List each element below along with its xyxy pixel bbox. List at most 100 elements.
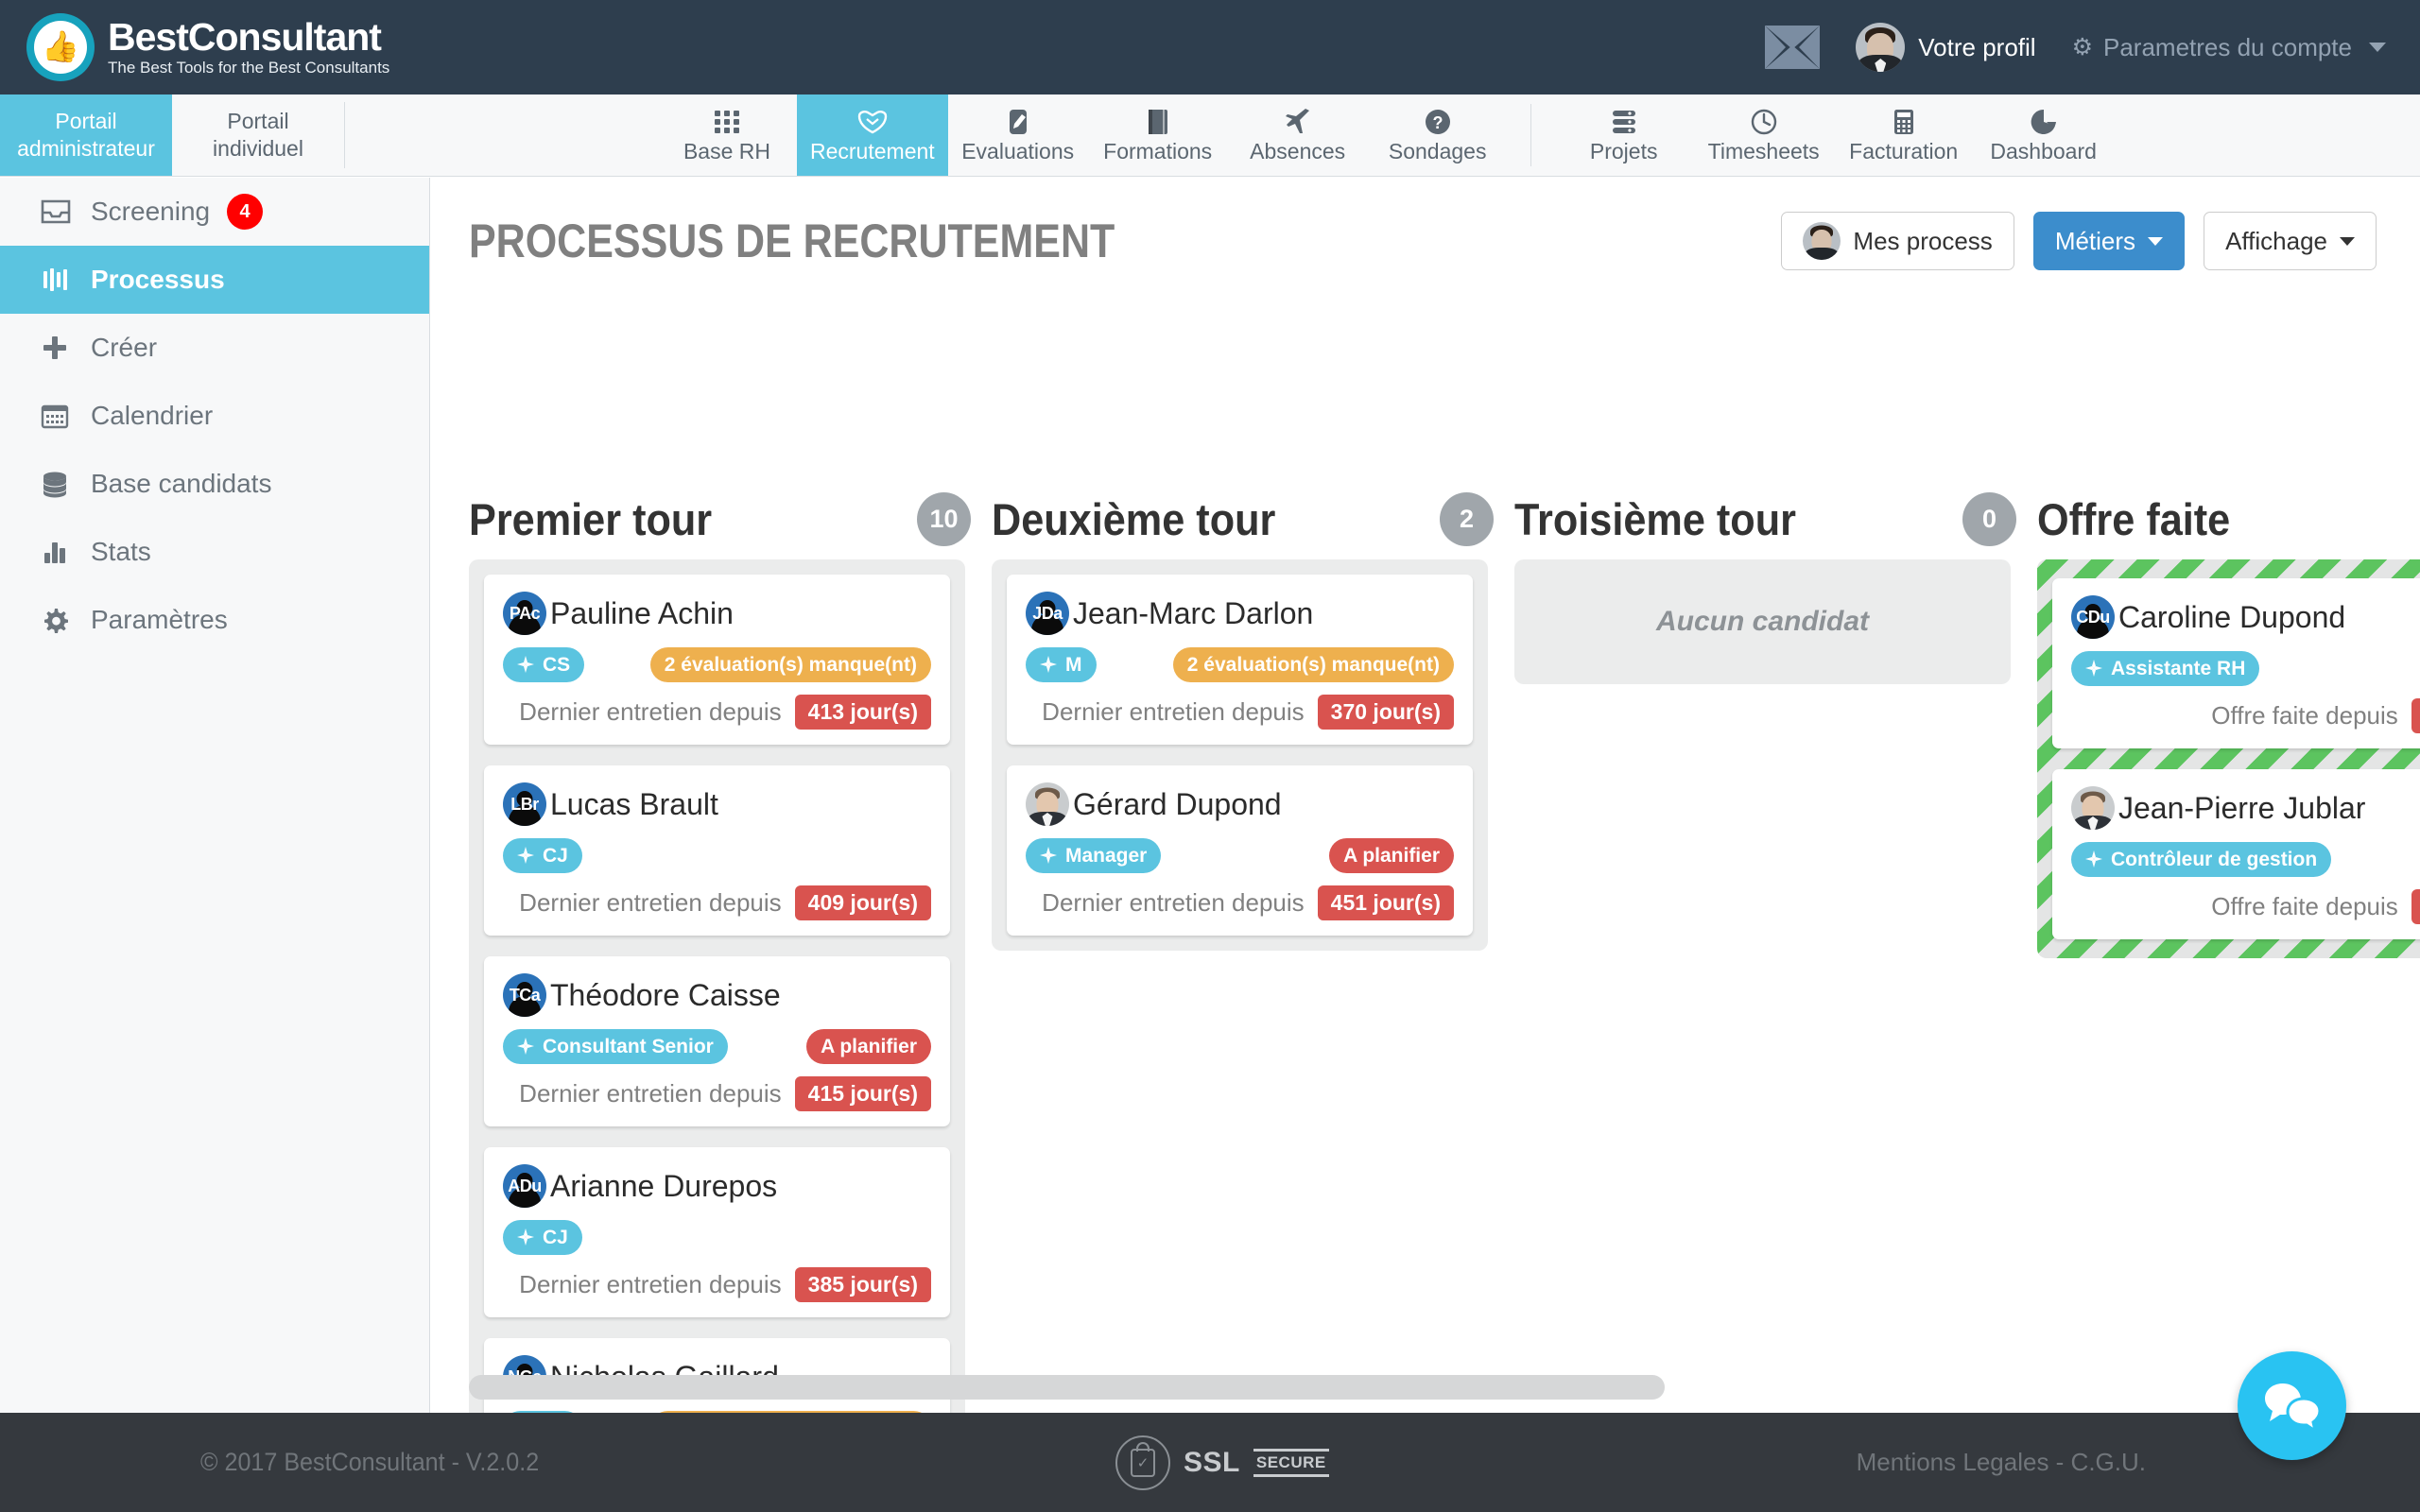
candidate-card[interactable]: LBr Lucas Brault CJ Dernier entretien de…: [484, 765, 950, 936]
job-tag: Consultant Senior: [503, 1028, 728, 1064]
nav-label: Absences: [1250, 139, 1346, 163]
candidate-card[interactable]: TCa Théodore Caisse Consultant Senior A …: [484, 956, 950, 1126]
affichage-dropdown-button[interactable]: Affichage: [2204, 212, 2377, 270]
sidebar-item-parametres[interactable]: Paramètres: [0, 586, 429, 654]
nav-label: Projets: [1589, 139, 1658, 163]
portal-tab-line2: administrateur: [17, 136, 155, 161]
job-tag-label: CJ: [543, 844, 568, 867]
avatar-initials: CDu: [2076, 608, 2110, 627]
candidate-name: Théodore Caisse: [550, 977, 781, 1012]
mes-process-button[interactable]: Mes process: [1781, 212, 2014, 270]
board-column-deuxieme-tour: Deuxième tour 2 JDa Jean-Marc Darlon M 2…: [992, 478, 1514, 951]
app-footer: © 2017 BestConsultant - V.2.0.2 ✓ SSL SE…: [0, 1413, 2420, 1512]
days-badge: 415 jour(s): [794, 1076, 931, 1111]
nav-label: Sondages: [1388, 139, 1487, 163]
columns-icon: [40, 266, 91, 294]
clock-icon: [1750, 108, 1778, 136]
avatar-initials: LBr: [510, 795, 539, 814]
column-count-badge: 10: [917, 491, 971, 546]
candidate-card[interactable]: CDu Caroline Dupond Assistante RH Offre …: [2052, 578, 2420, 748]
database-icon: [40, 470, 91, 498]
card-footer-label: Dernier entretien depuis: [1042, 888, 1305, 917]
nav-item-facturation[interactable]: Facturation: [1834, 94, 1974, 176]
warning-tag: 2 évaluation(s) manque(nt): [1172, 646, 1454, 682]
job-tag: Assistante RH: [2071, 650, 2260, 686]
candidate-name: Jean-Pierre Jublar: [2118, 790, 2366, 825]
profile-label: Votre profil: [1918, 32, 2036, 61]
nav-label: Recrutement: [810, 139, 935, 163]
card-footer-label: Offre faite depuis: [2211, 701, 2398, 730]
nav-item-timesheets[interactable]: Timesheets: [1694, 94, 1834, 176]
nav-item-projets[interactable]: Projets: [1554, 94, 1694, 176]
candidate-card[interactable]: Gérard Dupond Manager A planifier Dernie…: [1007, 765, 1473, 936]
candidate-card[interactable]: PAc Pauline Achin CS 2 évaluation(s) man…: [484, 575, 950, 745]
portal-tab-administrateur[interactable]: Portail administrateur: [0, 94, 172, 176]
kanban-board: Premier tour 10 PAc Pauline Achin CS 2 é…: [431, 478, 2420, 1413]
nav-item-dashboard[interactable]: Dashboard: [1974, 94, 2114, 176]
svg-text:?: ?: [1432, 113, 1443, 132]
column-cards: PAc Pauline Achin CS 2 évaluation(s) man…: [469, 559, 965, 1413]
status-tag: A planifier: [1329, 837, 1454, 873]
horizontal-scrollbar[interactable]: [469, 1375, 1665, 1400]
handshake-icon: [856, 108, 889, 136]
avatar-initials: ADu: [508, 1177, 542, 1195]
candidate-card[interactable]: JDa Jean-Marc Darlon M 2 évaluation(s) m…: [1007, 575, 1473, 745]
metiers-dropdown-button[interactable]: Métiers: [2032, 212, 2186, 270]
sidebar-item-screening[interactable]: Screening 4: [0, 178, 429, 246]
sidebar-item-label: Calendrier: [91, 401, 214, 430]
column-count-badge: 0: [1962, 491, 2016, 546]
column-title: Deuxième tour: [992, 493, 1276, 544]
lock-icon: ✓: [1115, 1435, 1170, 1490]
nav-item-formations[interactable]: Formations: [1088, 94, 1228, 176]
job-tag-label: CJ: [543, 1226, 568, 1248]
candidate-name: Pauline Achin: [550, 595, 734, 630]
nav-item-sondages[interactable]: ? Sondages: [1368, 94, 1508, 176]
plane-icon: [1284, 108, 1312, 136]
nav-item-base-rh[interactable]: Base RH: [657, 94, 797, 176]
portal-tab-individuel[interactable]: Portail individuel: [172, 94, 344, 176]
job-tag: Contrôleur de gestion: [2071, 841, 2332, 877]
metiers-label: Métiers: [2054, 226, 2136, 255]
ssl-secure-label: SECURE: [1253, 1448, 1329, 1477]
nav-label: Timesheets: [1707, 139, 1820, 163]
candidate-card[interactable]: Jean-Pierre Jublar Contrôleur de gestion…: [2052, 769, 2420, 939]
sidebar-item-stats[interactable]: Stats: [0, 518, 429, 586]
brand-logo[interactable]: 👍 BestConsultant The Best Tools for the …: [26, 13, 389, 81]
sidebar-item-calendrier[interactable]: Calendrier: [0, 382, 429, 450]
kanban-board-scroll-area[interactable]: Premier tour 10 PAc Pauline Achin CS 2 é…: [431, 478, 2420, 1413]
avatar: [1856, 23, 1906, 72]
avatar: TCa: [503, 973, 546, 1017]
card-footer-label: Dernier entretien depuis: [519, 1079, 782, 1108]
main-content: PROCESSUS DE RECRUTEMENT Mes process Mét…: [431, 178, 2420, 1413]
candidate-name: Arianne Durepos: [550, 1168, 778, 1203]
warning-tag: 2 évaluation(s) manque(nt): [649, 646, 931, 682]
nav-label: Base RH: [683, 139, 771, 163]
crosshair-icon: [1040, 656, 1057, 673]
avatar: PAc: [503, 592, 546, 635]
nav-item-recrutement[interactable]: Recrutement: [797, 94, 948, 176]
candidate-card[interactable]: ADu Arianne Durepos CJ Dernier entretien…: [484, 1147, 950, 1317]
crosshair-icon: [1040, 847, 1057, 864]
nav-item-evaluations[interactable]: Evaluations: [948, 94, 1088, 176]
sidebar-item-label: Screening: [91, 197, 211, 226]
portal-tab-line1: Portail: [55, 108, 117, 133]
crosshair-icon: [517, 1038, 534, 1055]
grid-icon: [713, 108, 741, 136]
legal-link[interactable]: Mentions Legales - C.G.U.: [1857, 1448, 2146, 1477]
sidebar-item-processus[interactable]: Processus: [0, 246, 429, 314]
crosshair-icon: [517, 656, 534, 673]
plus-icon: [40, 334, 91, 362]
chat-bubbles-icon[interactable]: [2238, 1351, 2346, 1460]
sidebar-item-creer[interactable]: Créer: [0, 314, 429, 382]
days-badge: 385 jour(s): [794, 1267, 931, 1302]
sidebar-item-base-candidats[interactable]: Base candidats: [0, 450, 429, 518]
gear-icon: ⚙: [2071, 33, 2093, 60]
account-settings-menu[interactable]: ⚙ Parametres du compte: [2072, 33, 2386, 62]
profile-menu[interactable]: Votre profil: [1856, 23, 2036, 72]
nav-item-absences[interactable]: Absences: [1228, 94, 1368, 176]
calendar-icon: [40, 402, 91, 430]
envelope-icon[interactable]: [1763, 24, 1822, 71]
avatar: [2071, 786, 2115, 830]
candidate-name: Gérard Dupond: [1073, 786, 1282, 821]
days-badge: 413 jour(s): [794, 695, 931, 730]
